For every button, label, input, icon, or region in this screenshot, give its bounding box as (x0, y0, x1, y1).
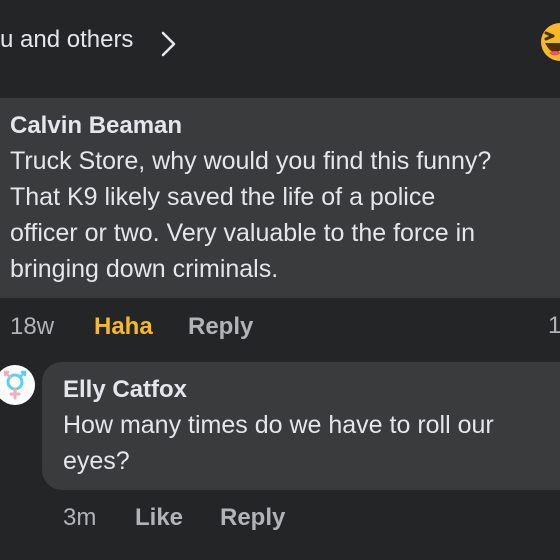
comment-timestamp[interactable]: 18w (10, 313, 54, 341)
comment-timestamp[interactable]: 3m (63, 504, 96, 532)
comment-text-line: That K9 likely saved the life of a polic… (10, 183, 436, 211)
comment-author[interactable]: Elly Catfox (63, 376, 187, 404)
haha-emoji-icon (541, 23, 560, 61)
reply-button[interactable]: Reply (188, 313, 253, 341)
reaction-count[interactable]: 1 (548, 312, 560, 340)
haha-reaction-button[interactable]: Haha (94, 313, 153, 341)
comment-text-line: officer or two. Very valuable to the for… (10, 219, 476, 247)
reactions-bar[interactable]: u and others (0, 0, 560, 88)
comment-text-line: eyes? (63, 447, 130, 475)
comment-text-line: How many times do we have to roll our (63, 411, 494, 439)
avatar[interactable] (0, 364, 36, 406)
comment-author[interactable]: Calvin Beaman (10, 112, 182, 140)
comment-text-line: Truck Store, why would you find this fun… (10, 147, 492, 175)
chevron-right-icon[interactable] (158, 30, 180, 58)
reactions-summary[interactable]: u and others (0, 26, 133, 54)
comment-text-line: bringing down criminals. (10, 255, 279, 283)
reply-button[interactable]: Reply (220, 504, 285, 532)
like-button[interactable]: Like (135, 504, 183, 532)
